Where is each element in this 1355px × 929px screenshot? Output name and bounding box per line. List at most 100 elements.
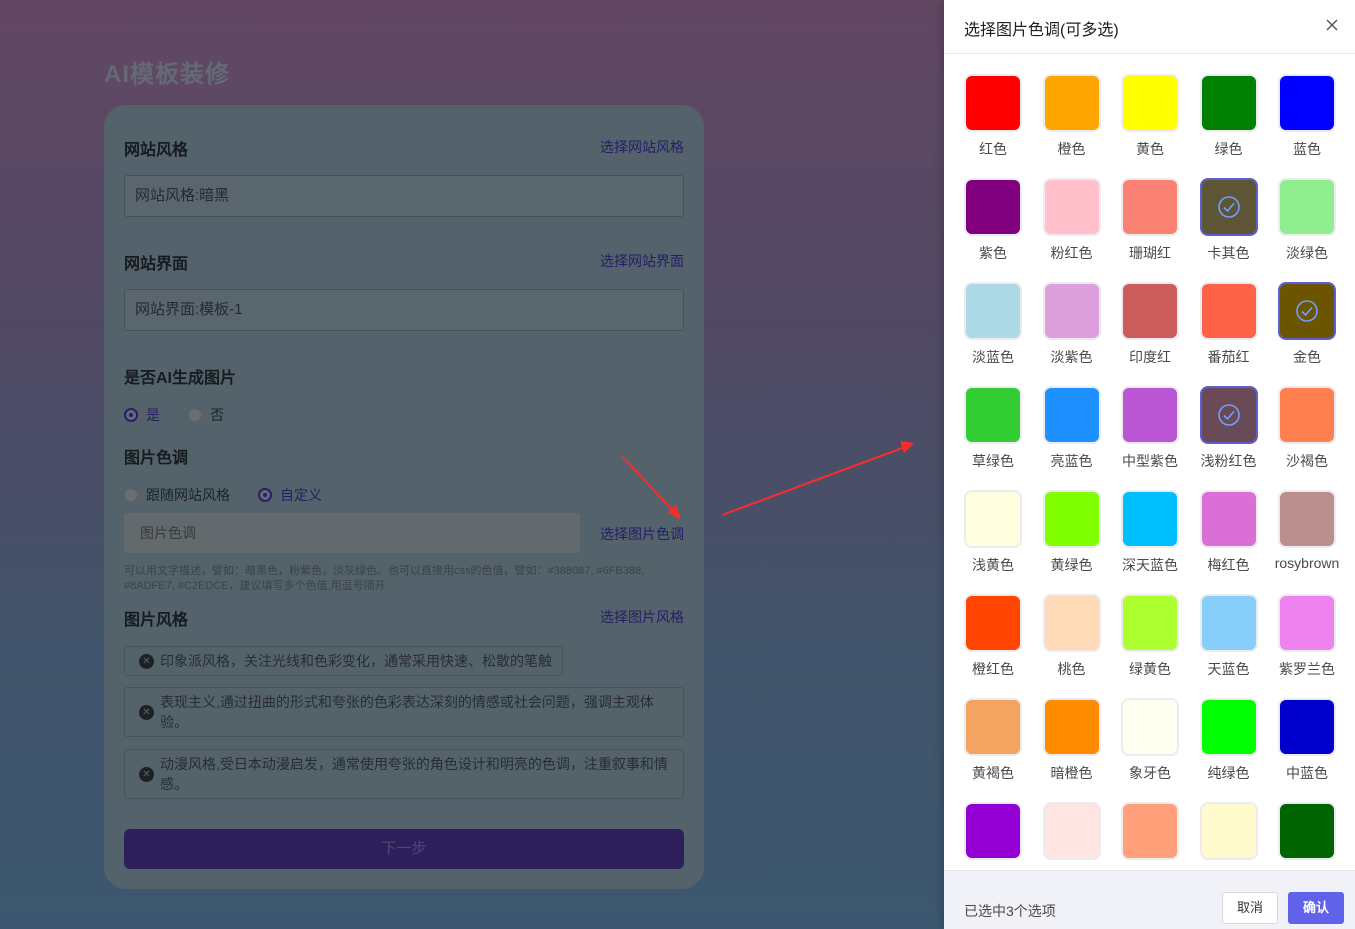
color-label: 紫色: [979, 245, 1007, 261]
color-label: 绿色: [1214, 141, 1243, 157]
color-grid-container[interactable]: 红色 橙色 黄色 绿色 蓝色紫色 粉红色 珊瑚红 卡其色 淡绿色淡蓝色 淡紫色 印度红 番茄红 金色草绿…: [944, 54, 1355, 870]
annotation-arrow-line: [621, 455, 677, 515]
color-option[interactable]: [1121, 802, 1179, 870]
color-option[interactable]: 象牙色: [1121, 698, 1179, 802]
color-option[interactable]: 黄色: [1121, 74, 1179, 178]
confirm-button[interactable]: 确认: [1288, 892, 1344, 924]
color-swatch: [1278, 802, 1336, 860]
color-swatch: [1199, 178, 1258, 236]
color-label: 沙褐色: [1286, 453, 1328, 469]
color-option[interactable]: [1199, 802, 1258, 870]
color-option[interactable]: 纯绿色: [1199, 698, 1258, 802]
color-swatch: [1121, 594, 1179, 652]
color-swatch: [1199, 802, 1258, 860]
color-label: 红色: [979, 141, 1007, 157]
color-label: 中型紫色: [1122, 453, 1178, 469]
cancel-button[interactable]: 取消: [1222, 892, 1278, 924]
color-swatch: [1199, 698, 1258, 756]
color-label: 深天蓝色: [1122, 557, 1178, 573]
color-label: 浅黄色: [972, 557, 1014, 573]
color-option[interactable]: 红色: [964, 74, 1022, 178]
color-option[interactable]: 粉红色: [1042, 178, 1101, 282]
color-swatch: [964, 802, 1022, 860]
color-option[interactable]: 浅粉红色: [1199, 386, 1258, 490]
color-label: 纯绿色: [1207, 765, 1250, 781]
color-label: 珊瑚红: [1129, 245, 1171, 261]
color-option[interactable]: rosybrown: [1275, 490, 1339, 594]
color-swatch: [964, 74, 1022, 132]
color-swatch: [1278, 74, 1336, 132]
color-option[interactable]: 橙色: [1042, 74, 1101, 178]
annotation-arrow-line: [721, 446, 906, 516]
color-swatch: [964, 698, 1022, 756]
color-label: 暗橙色: [1050, 765, 1093, 781]
color-label: 紫罗兰色: [1279, 661, 1335, 677]
color-swatch: [1042, 802, 1101, 860]
color-picker-drawer: 选择图片色调(可多选) 红色 橙色 黄色 绿色 蓝色紫色 粉红色 珊瑚红 卡其色 淡绿色淡蓝色 淡…: [944, 0, 1355, 929]
color-label: 淡绿色: [1286, 245, 1328, 261]
color-option[interactable]: 黄褐色: [964, 698, 1022, 802]
color-option[interactable]: 绿黄色: [1121, 594, 1179, 698]
color-option[interactable]: 淡蓝色: [964, 282, 1022, 386]
color-option[interactable]: 淡紫色: [1042, 282, 1101, 386]
color-option[interactable]: 紫罗兰色: [1278, 594, 1336, 698]
color-swatch: [964, 178, 1022, 236]
color-label: 亮蓝色: [1050, 453, 1093, 469]
color-label: 粉红色: [1050, 245, 1093, 261]
color-option[interactable]: [1042, 802, 1101, 870]
color-option[interactable]: 珊瑚红: [1121, 178, 1179, 282]
color-swatch: [1042, 282, 1101, 340]
drawer-title: 选择图片色调(可多选): [964, 22, 1119, 39]
check-circle-icon: [1217, 196, 1240, 218]
color-label: 桃色: [1057, 661, 1086, 677]
color-option[interactable]: 印度红: [1121, 282, 1179, 386]
color-swatch: [1278, 282, 1336, 340]
color-swatch: [1121, 802, 1179, 860]
color-option[interactable]: 卡其色: [1199, 178, 1258, 282]
color-label: 黄色: [1136, 141, 1164, 157]
color-option[interactable]: 金色: [1278, 282, 1336, 386]
color-label: 黄褐色: [972, 765, 1014, 781]
color-label: 淡蓝色: [972, 349, 1014, 365]
color-swatch: [1278, 594, 1336, 652]
color-swatch: [1121, 74, 1179, 132]
color-option[interactable]: 亮蓝色: [1042, 386, 1101, 490]
color-option[interactable]: 桃色: [1042, 594, 1101, 698]
color-option[interactable]: 绿色: [1199, 74, 1258, 178]
color-swatch: [1199, 594, 1258, 652]
color-label: 草绿色: [972, 453, 1014, 469]
color-option[interactable]: 草绿色: [964, 386, 1022, 490]
color-swatch: [1121, 178, 1179, 236]
color-label: 橙红色: [972, 661, 1014, 677]
color-label: 象牙色: [1129, 765, 1171, 781]
color-option[interactable]: 天蓝色: [1199, 594, 1258, 698]
color-option[interactable]: 浅黄色: [964, 490, 1022, 594]
color-option[interactable]: [1278, 802, 1336, 870]
color-option[interactable]: 番茄红: [1199, 282, 1258, 386]
color-option[interactable]: 蓝色: [1278, 74, 1336, 178]
color-option[interactable]: 中蓝色: [1278, 698, 1336, 802]
color-option[interactable]: 淡绿色: [1278, 178, 1336, 282]
color-option[interactable]: 中型紫色: [1121, 386, 1179, 490]
color-swatch: [1121, 490, 1179, 548]
color-label: 印度红: [1129, 349, 1171, 365]
color-option[interactable]: 紫色: [964, 178, 1022, 282]
color-swatch: [1042, 386, 1101, 444]
color-option[interactable]: 暗橙色: [1042, 698, 1101, 802]
drawer-footer: 已选中3个选项 取消 确认: [944, 870, 1355, 929]
color-swatch: [1121, 386, 1179, 444]
color-swatch: [1199, 282, 1258, 340]
color-option[interactable]: 梅红色: [1199, 490, 1258, 594]
color-swatch: [1199, 74, 1258, 132]
color-option[interactable]: 深天蓝色: [1121, 490, 1179, 594]
color-option[interactable]: [964, 802, 1022, 870]
check-circle-icon: [1296, 300, 1318, 322]
color-option[interactable]: 黄绿色: [1042, 490, 1101, 594]
color-swatch: [1278, 386, 1336, 444]
color-label: 梅红色: [1207, 557, 1250, 573]
close-icon[interactable]: [1323, 16, 1341, 34]
color-grid: 红色 橙色 黄色 绿色 蓝色紫色 粉红色 珊瑚红 卡其色 淡绿色淡蓝色 淡紫色 印度红 番茄红 金色草绿…: [964, 74, 1339, 870]
color-label: 绿黄色: [1129, 661, 1171, 677]
color-option[interactable]: 沙褐色: [1278, 386, 1336, 490]
color-option[interactable]: 橙红色: [964, 594, 1022, 698]
